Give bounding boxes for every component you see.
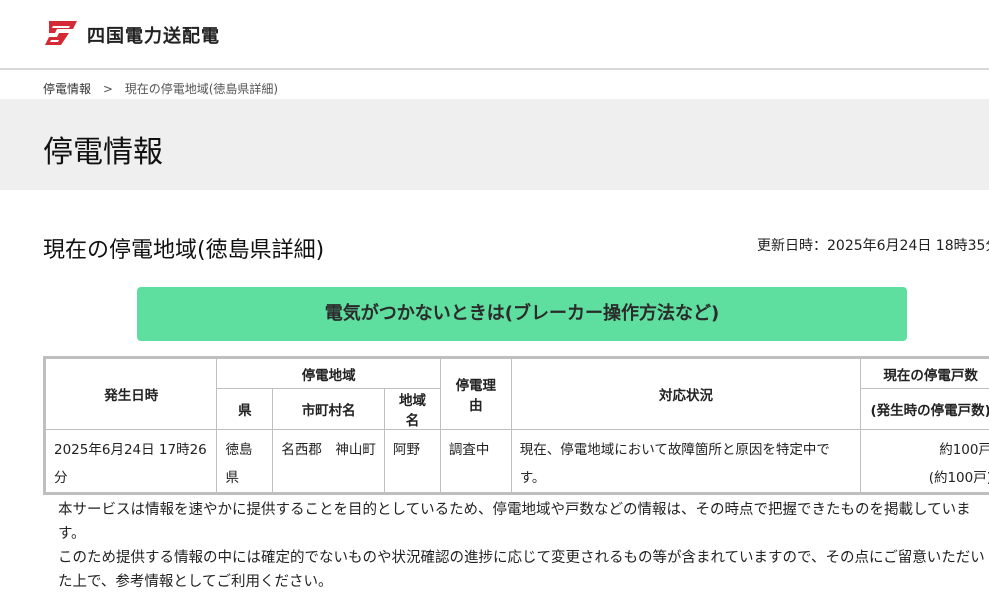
cell-reason: 調査中 — [440, 430, 511, 494]
header-households-current: 現在の停電戸数 — [861, 358, 989, 389]
breadcrumb: 停電情報 > 現在の停電地域(徳島県詳細) — [43, 80, 278, 97]
cell-municipality: 名西郡 神山町 — [273, 430, 385, 494]
notice-line-1: 本サービスは情報を速やかに提供することを目的としているため、停電地域や戸数などの… — [58, 498, 989, 546]
header-area: 停電地域 — [217, 358, 440, 389]
site-header: 四国電力送配電 — [0, 0, 989, 70]
households-initial: (約100戸) — [869, 464, 989, 492]
notice-text: 本サービスは情報を速やかに提供することを目的としているため、停電地域や戸数などの… — [58, 498, 989, 594]
yonden-logo-icon[interactable] — [43, 19, 79, 47]
chevron-right-icon: > — [103, 82, 113, 96]
no-power-help-button[interactable]: 電気がつかないときは(ブレーカー操作方法など) — [137, 287, 907, 341]
cell-prefecture: 徳島県 — [217, 430, 273, 494]
cell-occurred: 2025年6月24日 17時26分 — [45, 430, 217, 494]
page-title: 停電情報 — [43, 127, 163, 171]
cell-status: 現在、停電地域において故障箇所と原因を特定中です。 — [511, 430, 861, 494]
updated-timestamp: 更新日時：2025年6月24日 18時35分 — [757, 235, 989, 255]
header-households-initial: (発生時の停電戸数) — [861, 389, 989, 430]
table-row: 2025年6月24日 17時26分 徳島県 名西郡 神山町 阿野 調査中 現在、… — [45, 430, 989, 494]
cell-households: 約100戸 (約100戸) — [861, 430, 989, 494]
header-prefecture: 県 — [217, 389, 273, 430]
company-name[interactable]: 四国電力送配電 — [87, 22, 220, 48]
section-title: 現在の停電地域(徳島県詳細) — [43, 232, 324, 264]
notice-line-2: このため提供する情報の中には確定的でないものや状況確認の進捗に応じて変更されるも… — [58, 546, 989, 594]
header-occurred: 発生日時 — [45, 358, 217, 430]
breadcrumb-link-outage-info[interactable]: 停電情報 — [43, 82, 91, 96]
breadcrumb-current: 現在の停電地域(徳島県詳細) — [125, 82, 278, 96]
header-municipality: 市町村名 — [273, 389, 385, 430]
outage-table: 発生日時 停電地域 停電理由 対応状況 現在の停電戸数 県 市町村名 地域名 (… — [43, 356, 989, 495]
header-district: 地域名 — [385, 389, 441, 430]
cell-district: 阿野 — [385, 430, 441, 494]
header-reason: 停電理由 — [440, 358, 511, 430]
header-status: 対応状況 — [511, 358, 861, 430]
households-current: 約100戸 — [869, 436, 989, 464]
